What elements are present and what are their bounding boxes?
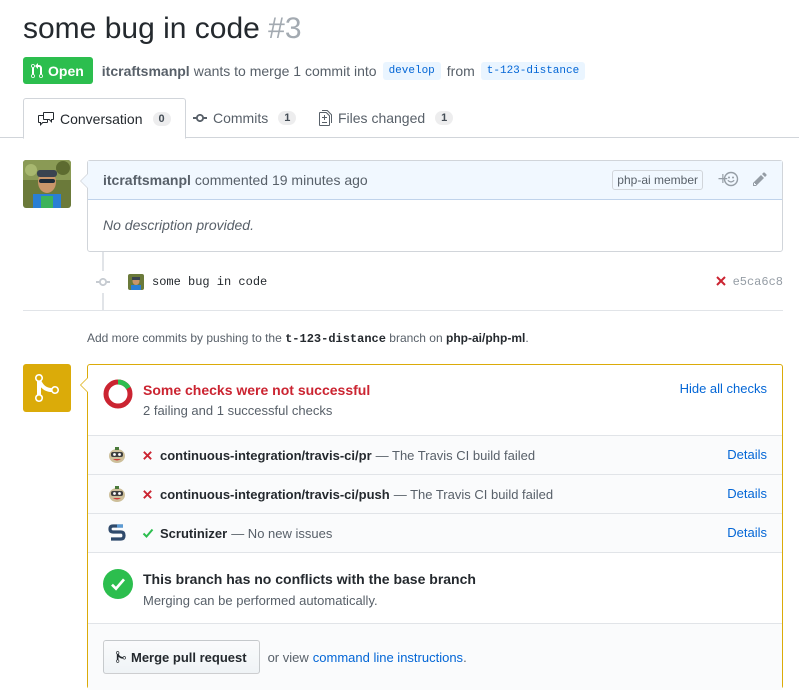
tab-label: Commits (213, 110, 269, 126)
push-note-suffix: . (525, 331, 529, 345)
merge-suffix: . (463, 649, 467, 665)
check-description: — The Travis CI build failed (393, 486, 554, 502)
comment-header: itcraftsmanpl commented 19 minutes ago p… (88, 161, 782, 200)
push-note-middle: branch on (389, 331, 443, 345)
details-link[interactable]: Details (727, 447, 767, 462)
base-branch[interactable]: develop (382, 61, 441, 80)
conflicts-title: This branch has no conflicts with the ba… (143, 571, 476, 587)
check-row: Scrutinizer — No new issues Details (88, 514, 782, 553)
hide-checks-link[interactable]: Hide all checks (680, 381, 767, 396)
pull-request-icon (31, 62, 43, 78)
merge-pull-request-button[interactable]: Merge pull request (103, 640, 260, 674)
commit-row: some bug in code e5ca6c8 (92, 270, 783, 294)
comment-body: No description provided. (103, 217, 254, 233)
check-name: continuous-integration/travis-ci/push (160, 486, 390, 502)
comment-action[interactable]: commented 19 minutes ago (195, 172, 368, 188)
check-description: — The Travis CI build failed (375, 447, 536, 463)
page-title: some bug in code #3 (23, 12, 302, 46)
push-note-repo: php-ai/php-ml (446, 331, 526, 345)
add-reaction-icon[interactable]: + (717, 171, 739, 190)
author-avatar[interactable] (23, 160, 71, 208)
scrutinizer-icon (108, 524, 126, 542)
details-link[interactable]: Details (727, 525, 767, 540)
tab-commits[interactable]: Commits 1 (179, 98, 310, 138)
pr-tabs: Conversation 0 Commits 1 Files changed 1 (0, 98, 799, 139)
checks-summary: Some checks were not successful 2 failin… (88, 365, 782, 436)
tab-counter: 0 (152, 111, 171, 126)
details-link[interactable]: Details (727, 486, 767, 501)
commit-author-avatar[interactable] (128, 274, 144, 290)
merge-text: wants to merge 1 commit into (193, 62, 377, 79)
conflicts-status: This branch has no conflicts with the ba… (88, 553, 782, 624)
tab-counter: 1 (278, 111, 297, 125)
check-row: continuous-integration/travis-ci/pr — Th… (88, 436, 782, 475)
x-icon[interactable] (715, 275, 727, 290)
commit-sha[interactable]: e5ca6c8 (733, 275, 783, 289)
checks-title: Some checks were not successful (143, 382, 371, 398)
tab-conversation[interactable]: Conversation 0 (23, 98, 186, 139)
role-badge: php-ai member (612, 170, 703, 190)
travis-ci-icon (108, 485, 126, 503)
check-name: continuous-integration/travis-ci/pr (160, 447, 372, 463)
pr-number: #3 (268, 12, 302, 45)
git-commit-icon (193, 114, 207, 122)
travis-ci-icon (108, 446, 126, 464)
comment-author[interactable]: itcraftsmanpl (103, 172, 191, 188)
merge-box: Some checks were not successful 2 failin… (80, 364, 783, 690)
state-label: Open (48, 62, 84, 79)
checks-subtitle: 2 failing and 1 successful checks (143, 403, 333, 418)
tab-label: Files changed (338, 110, 426, 126)
pr-title-text: some bug in code (23, 12, 260, 45)
git-merge-icon (23, 364, 71, 412)
tab-files-changed[interactable]: Files changed 1 (305, 98, 467, 138)
x-icon (142, 450, 158, 461)
x-icon (142, 489, 158, 500)
comment-discussion-icon (38, 111, 54, 126)
from-text: from (446, 62, 475, 79)
checks-status-ring-icon (103, 379, 133, 414)
push-note-prefix: Add more commits by pushing to the (87, 331, 282, 345)
check-row: continuous-integration/travis-ci/push — … (88, 475, 782, 514)
push-note: Add more commits by pushing to the t-123… (87, 331, 529, 346)
file-diff-icon (319, 110, 332, 126)
git-commit-icon (92, 271, 114, 293)
check-description: — No new issues (231, 525, 333, 541)
divider (23, 310, 783, 311)
or-view-text: or view (267, 649, 309, 665)
check-name: Scrutinizer (160, 525, 228, 541)
check-icon (142, 527, 158, 539)
tab-label: Conversation (60, 110, 143, 127)
merge-actions: Merge pull request or view command line … (88, 624, 782, 690)
state-badge: Open (23, 57, 93, 84)
edit-pencil-icon[interactable] (753, 171, 767, 190)
push-note-branch: t-123-distance (285, 332, 386, 346)
head-branch[interactable]: t-123-distance (480, 61, 586, 80)
author-link[interactable]: itcraftsmanpl (102, 63, 190, 79)
pr-meta: Open itcraftsmanpl wants to merge 1 comm… (23, 57, 591, 84)
tab-counter: 1 (435, 111, 454, 125)
commit-message[interactable]: some bug in code (152, 275, 267, 289)
check-circle-icon (103, 569, 133, 599)
conflicts-subtitle: Merging can be performed automatically. (143, 593, 378, 608)
comment-box: itcraftsmanpl commented 19 minutes ago p… (80, 160, 783, 252)
merge-button-label: Merge pull request (131, 649, 247, 665)
command-line-link[interactable]: command line instructions (313, 650, 463, 665)
git-merge-icon (116, 651, 126, 663)
